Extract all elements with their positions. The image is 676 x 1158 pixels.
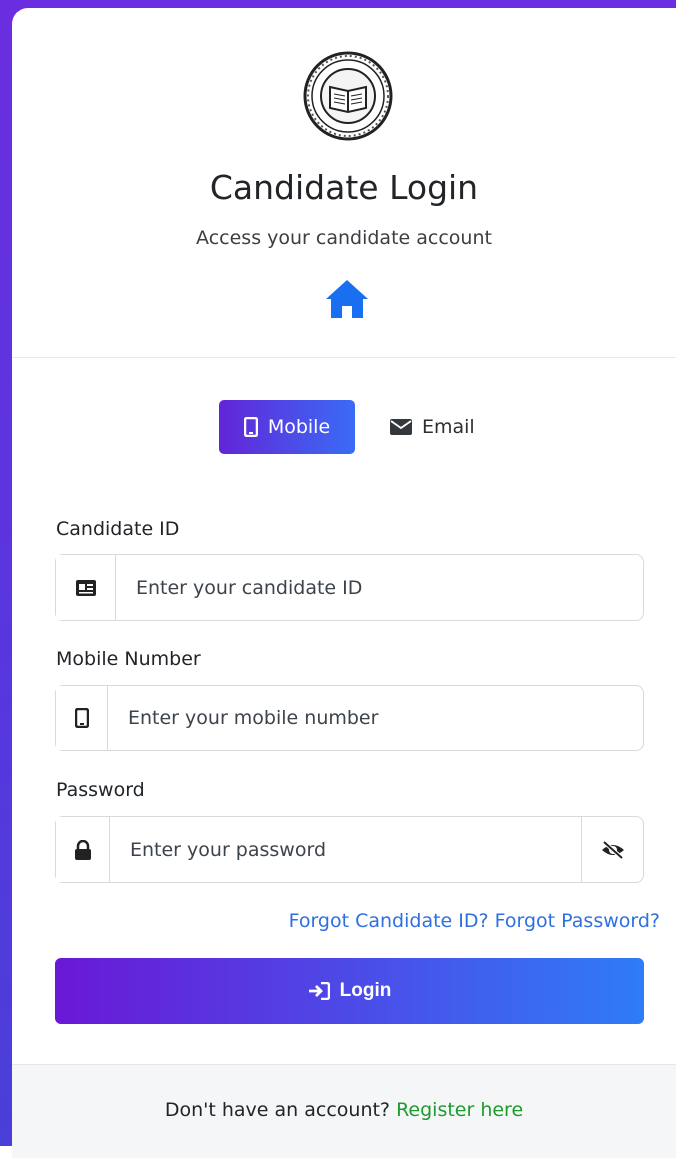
mobile-number-group xyxy=(55,685,644,751)
candidate-id-label: Candidate ID xyxy=(56,518,180,540)
login-card: Candidate Login Access your candidate ac… xyxy=(12,8,676,1158)
password-input[interactable] xyxy=(110,817,581,882)
forgot-password-link[interactable]: Forgot Password? xyxy=(495,910,660,932)
register-link[interactable]: Register here xyxy=(396,1099,523,1121)
tab-mobile-label: Mobile xyxy=(267,416,331,438)
mobile-icon xyxy=(243,417,258,437)
forgot-links: Forgot Candidate ID? Forgot Password? xyxy=(289,910,660,932)
tab-mobile[interactable]: Mobile xyxy=(219,400,355,454)
login-method-tabs: Mobile Email xyxy=(219,400,496,454)
password-label: Password xyxy=(56,779,145,801)
book-seal-logo xyxy=(303,51,393,141)
card-header: Candidate Login Access your candidate ac… xyxy=(12,8,676,358)
toggle-password-button[interactable] xyxy=(581,817,643,882)
envelope-icon xyxy=(390,419,412,435)
tab-email-label: Email xyxy=(422,416,475,438)
mobile-icon xyxy=(56,686,108,750)
sign-in-icon xyxy=(308,982,330,1000)
home-icon[interactable] xyxy=(324,278,370,320)
card-footer: Don't have an account? Register here xyxy=(12,1064,676,1158)
lock-icon xyxy=(56,817,110,882)
forgot-candidate-id-link[interactable]: Forgot Candidate ID? xyxy=(289,910,489,932)
mobile-number-label: Mobile Number xyxy=(56,648,201,670)
page-title: Candidate Login xyxy=(209,168,479,207)
candidate-id-input[interactable] xyxy=(116,555,643,620)
page-subtitle: Access your candidate account xyxy=(196,227,492,249)
login-button[interactable]: Login xyxy=(55,958,644,1024)
mobile-number-input[interactable] xyxy=(108,686,643,750)
id-card-icon xyxy=(56,555,116,620)
password-group xyxy=(55,816,644,883)
tab-email[interactable]: Email xyxy=(369,400,496,454)
register-prompt: Don't have an account? Register here xyxy=(12,1099,676,1121)
eye-slash-icon xyxy=(601,840,624,859)
candidate-id-group xyxy=(55,554,644,621)
login-button-label: Login xyxy=(339,980,392,1001)
register-prompt-text: Don't have an account? xyxy=(164,1099,391,1121)
